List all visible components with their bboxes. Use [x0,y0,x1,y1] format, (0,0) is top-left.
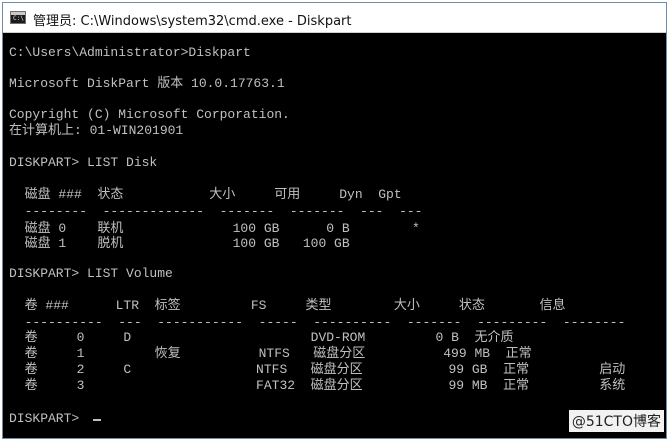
console-line: ---------- --- ----------- ----- -------… [9,315,626,330]
console-line: Copyright (C) Microsoft Corporation. [9,107,290,122]
console-line: 在计算机上: 01-WIN201901 [9,123,184,138]
text-cursor [93,419,102,421]
console-line: 卷 ### LTR 标签 FS 类型 大小 状态 信息 [9,298,566,313]
console-line: DISKPART> LIST Disk [9,155,158,170]
console-output[interactable]: C:\Users\Administrator>Diskpart Microsof… [3,33,666,438]
console-prompt[interactable]: DISKPART> [9,411,102,426]
prompt-text: DISKPART> [9,411,88,426]
console-line: C:\Users\Administrator>Diskpart [9,45,251,60]
console-line: 卷 0 D DVD-ROM 0 B 无介质 [9,330,514,345]
console-line: 磁盘 ### 状态 大小 可用 Dyn Gpt [9,187,402,202]
window-title: 管理员: C:\Windows\system32\cmd.exe - Diskp… [33,14,352,29]
console-line: Microsoft DiskPart 版本 10.0.17763.1 [9,76,285,91]
console-line: -------- ------------- ------- ------- -… [9,204,423,219]
console-line: 磁盘 0 联机 100 GB 0 B * [9,221,420,236]
command-prompt-icon: C:\ [10,11,26,24]
console-line: 卷 1 恢复 NTFS 磁盘分区 499 MB 正常 [9,346,532,361]
cmd-window: C:\ 管理员: C:\Windows\system32\cmd.exe - D… [2,2,667,439]
console-line: 卷 2 C NTFS 磁盘分区 99 GB 正常 启动 [9,362,626,377]
title-bar[interactable]: C:\ 管理员: C:\Windows\system32\cmd.exe - D… [3,3,666,33]
console-line: 卷 3 FAT32 磁盘分区 99 MB 正常 系统 [9,378,626,393]
console-line: 磁盘 1 脱机 100 GB 100 GB [9,236,350,251]
watermark: @51CTO博客 [568,410,664,432]
console-line: DISKPART> LIST Volume [9,266,173,281]
